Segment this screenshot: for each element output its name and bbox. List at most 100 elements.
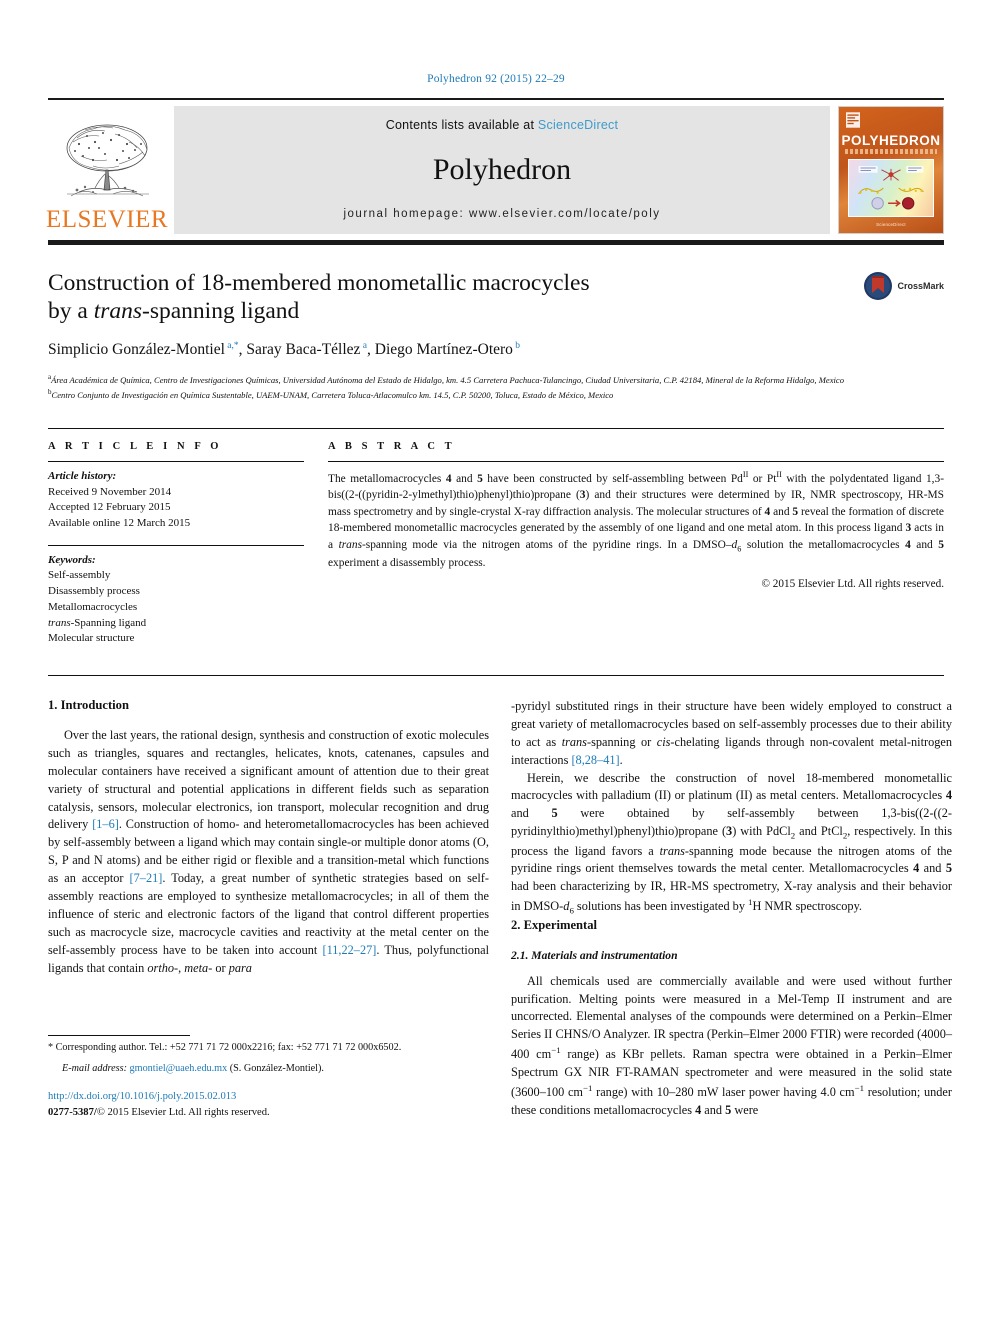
info-abstract-region: A R T I C L E I N F O Article history: R… — [48, 427, 945, 647]
article-history-item: Accepted 12 February 2015 — [48, 501, 171, 514]
elsevier-logo: ELSEVIER — [46, 106, 168, 234]
text-run: have been constructed by self-assembling… — [482, 472, 743, 485]
bold-text: 4 — [945, 788, 952, 803]
text-run: H NMR spectroscopy. — [752, 899, 862, 914]
text-run: . — [619, 752, 623, 767]
doi-link[interactable]: http://dx.doi.org/10.1016/j.poly.2015.02… — [48, 1089, 489, 1104]
cover-journal-title: POLYHEDRON — [841, 133, 941, 148]
elsevier-tree-icon — [66, 124, 149, 197]
author-name: Diego Martínez-Otero — [374, 341, 513, 358]
title-line-1: Construction of 18-membered monometallic… — [48, 270, 590, 296]
abstract-heading: A B S T R A C T — [328, 440, 456, 452]
cover-chemistry-graphic — [858, 166, 924, 210]
issn-prefix: 0277-5387/ — [48, 1106, 97, 1118]
superscript: −1 — [854, 1083, 864, 1094]
keyword-item: Disassembly process — [48, 585, 140, 598]
keyword-item: Molecular structure — [48, 632, 135, 645]
text-run: - or — [208, 960, 229, 975]
text-run: solutions has been investigated by — [573, 899, 749, 914]
title-line-2-italic: trans — [93, 298, 143, 325]
author-affiliation-marker: a,* — [224, 340, 239, 351]
text-run: -spanning mode via the nitrogen atoms of… — [362, 538, 732, 551]
contents-prefix: Contents lists available at — [385, 118, 538, 132]
crossmark-icon — [864, 272, 893, 300]
italic-text: trans — [338, 538, 362, 551]
keyword-item: Metallomacrocycles — [48, 600, 138, 613]
intro-paragraph: Over the last years, the rational design… — [48, 727, 489, 977]
text-run: experiment a disassembly process. — [328, 556, 486, 569]
text-run: or Pt — [748, 472, 777, 485]
text-run: and — [451, 472, 478, 485]
abstract-rule — [328, 460, 944, 462]
body-column-left: 1. Introduction Over the last years, the… — [48, 698, 489, 1120]
article-history-label: Article history: — [48, 469, 117, 482]
superscript: −1 — [583, 1083, 593, 1094]
author-list: Simplicio González-Montiel a,*, Saray Ba… — [48, 340, 521, 358]
section-heading-introduction: 1. Introduction — [48, 698, 129, 713]
affiliation-list: aÁrea Académica de Química, Centro de In… — [48, 372, 944, 402]
italic-text: meta — [184, 960, 209, 975]
title-line-2-pre: by a — [48, 298, 94, 325]
italic-text: trans — [561, 734, 587, 749]
citation-reference[interactable]: [7–21] — [130, 871, 163, 885]
masthead-center-panel: Contents lists available at ScienceDirec… — [174, 106, 830, 234]
running-head: Polyhedron 92 (2015) 22–29 — [427, 73, 565, 85]
copyright-line: © 2015 Elsevier Ltd. All rights reserved… — [761, 578, 945, 591]
text-run: and — [701, 1103, 726, 1118]
page-title: Construction of 18-membered monometallic… — [48, 269, 748, 326]
italic-text: trans — [48, 616, 71, 629]
footnote-rule — [48, 1034, 190, 1036]
text-run: and — [910, 538, 939, 551]
citation-reference[interactable]: [8,28–41] — [571, 753, 619, 767]
text-run: Over the last years, the rational design… — [48, 728, 489, 832]
text-run: solution the metallomacrocycles — [741, 538, 906, 551]
author-affiliation-marker: a — [360, 340, 368, 351]
article-history-item: Received 9 November 2014 — [48, 485, 172, 498]
corresponding-author-note: * Corresponding author. Tel.: +52 771 71… — [48, 1041, 402, 1053]
article-info-rule — [48, 460, 304, 462]
affiliation-item: aÁrea Académica de Química, Centro de In… — [48, 372, 944, 387]
text-run: ) with PdCl — [732, 824, 791, 839]
keywords-label: Keywords: — [48, 553, 96, 566]
keywords-rule — [48, 544, 304, 546]
text-run: -spanning or — [586, 734, 657, 749]
text-run: -, — [174, 960, 185, 975]
email-line: E-mail address: gmontiel@uaeh.edu.mx (S.… — [48, 1063, 489, 1074]
section-heading-experimental: 2. Experimental — [511, 917, 598, 932]
superscript: −1 — [551, 1045, 561, 1056]
journal-homepage-link[interactable]: journal homepage: www.elsevier.com/locat… — [343, 208, 660, 220]
email-label: E-mail address: — [62, 1063, 127, 1075]
cover-footer-text: ScienceDirect — [876, 222, 906, 227]
crossmark-label: CrossMark — [897, 281, 944, 291]
subsection-heading-materials: 2.1. Materials and instrumentation — [511, 948, 678, 962]
masthead-bottom-rule — [48, 240, 944, 245]
journal-masthead: ELSEVIER Contents lists available at Sci… — [46, 98, 944, 234]
email-link[interactable]: gmontiel@uaeh.edu.mx — [130, 1063, 228, 1074]
text-run: The metallomacrocycles — [328, 472, 446, 485]
text-run: Herein, we describe the construction of … — [511, 770, 952, 803]
article-history-item: Available online 12 March 2015 — [48, 517, 191, 529]
article-history-items: Received 9 November 2014 Accepted 12 Febr… — [48, 485, 304, 532]
author-affiliation-marker: b — [512, 340, 521, 351]
affiliation-text: Centro Conjunto de Investigación en Quím… — [51, 389, 614, 400]
italic-text: ortho — [147, 960, 175, 975]
text-run: and — [770, 505, 793, 518]
citation-reference[interactable]: [11,22–27] — [323, 943, 377, 957]
materials-paragraph: All chemicals used are commercially avai… — [511, 973, 952, 1120]
body-column-right: -pyridyl substituted rings in their stru… — [511, 698, 952, 1120]
text-run: were — [731, 1103, 759, 1118]
crossmark-badge[interactable]: CrossMark — [863, 271, 944, 301]
keyword-item: Self-assembly — [48, 569, 111, 582]
journal-cover-thumbnail: POLYHEDRON ScienceDirect — [838, 106, 944, 234]
cover-subtitle-bar — [845, 149, 937, 154]
title-block: CrossMark Construction of 18-membered mo… — [48, 269, 944, 359]
citation-reference[interactable]: [1–6] — [92, 817, 119, 831]
title-line-2-post: -spanning ligand — [142, 298, 300, 325]
italic-text: cis — [656, 734, 671, 749]
cover-elsevier-icon — [846, 112, 860, 128]
sciencedirect-link[interactable]: ScienceDirect — [538, 118, 618, 132]
text-run: and PtCl — [795, 824, 843, 839]
intro-paragraph-2: Herein, we describe the construction of … — [511, 770, 952, 918]
bold-text: 5 — [945, 861, 952, 876]
article-info-column: A R T I C L E I N F O Article history: R… — [48, 441, 316, 647]
